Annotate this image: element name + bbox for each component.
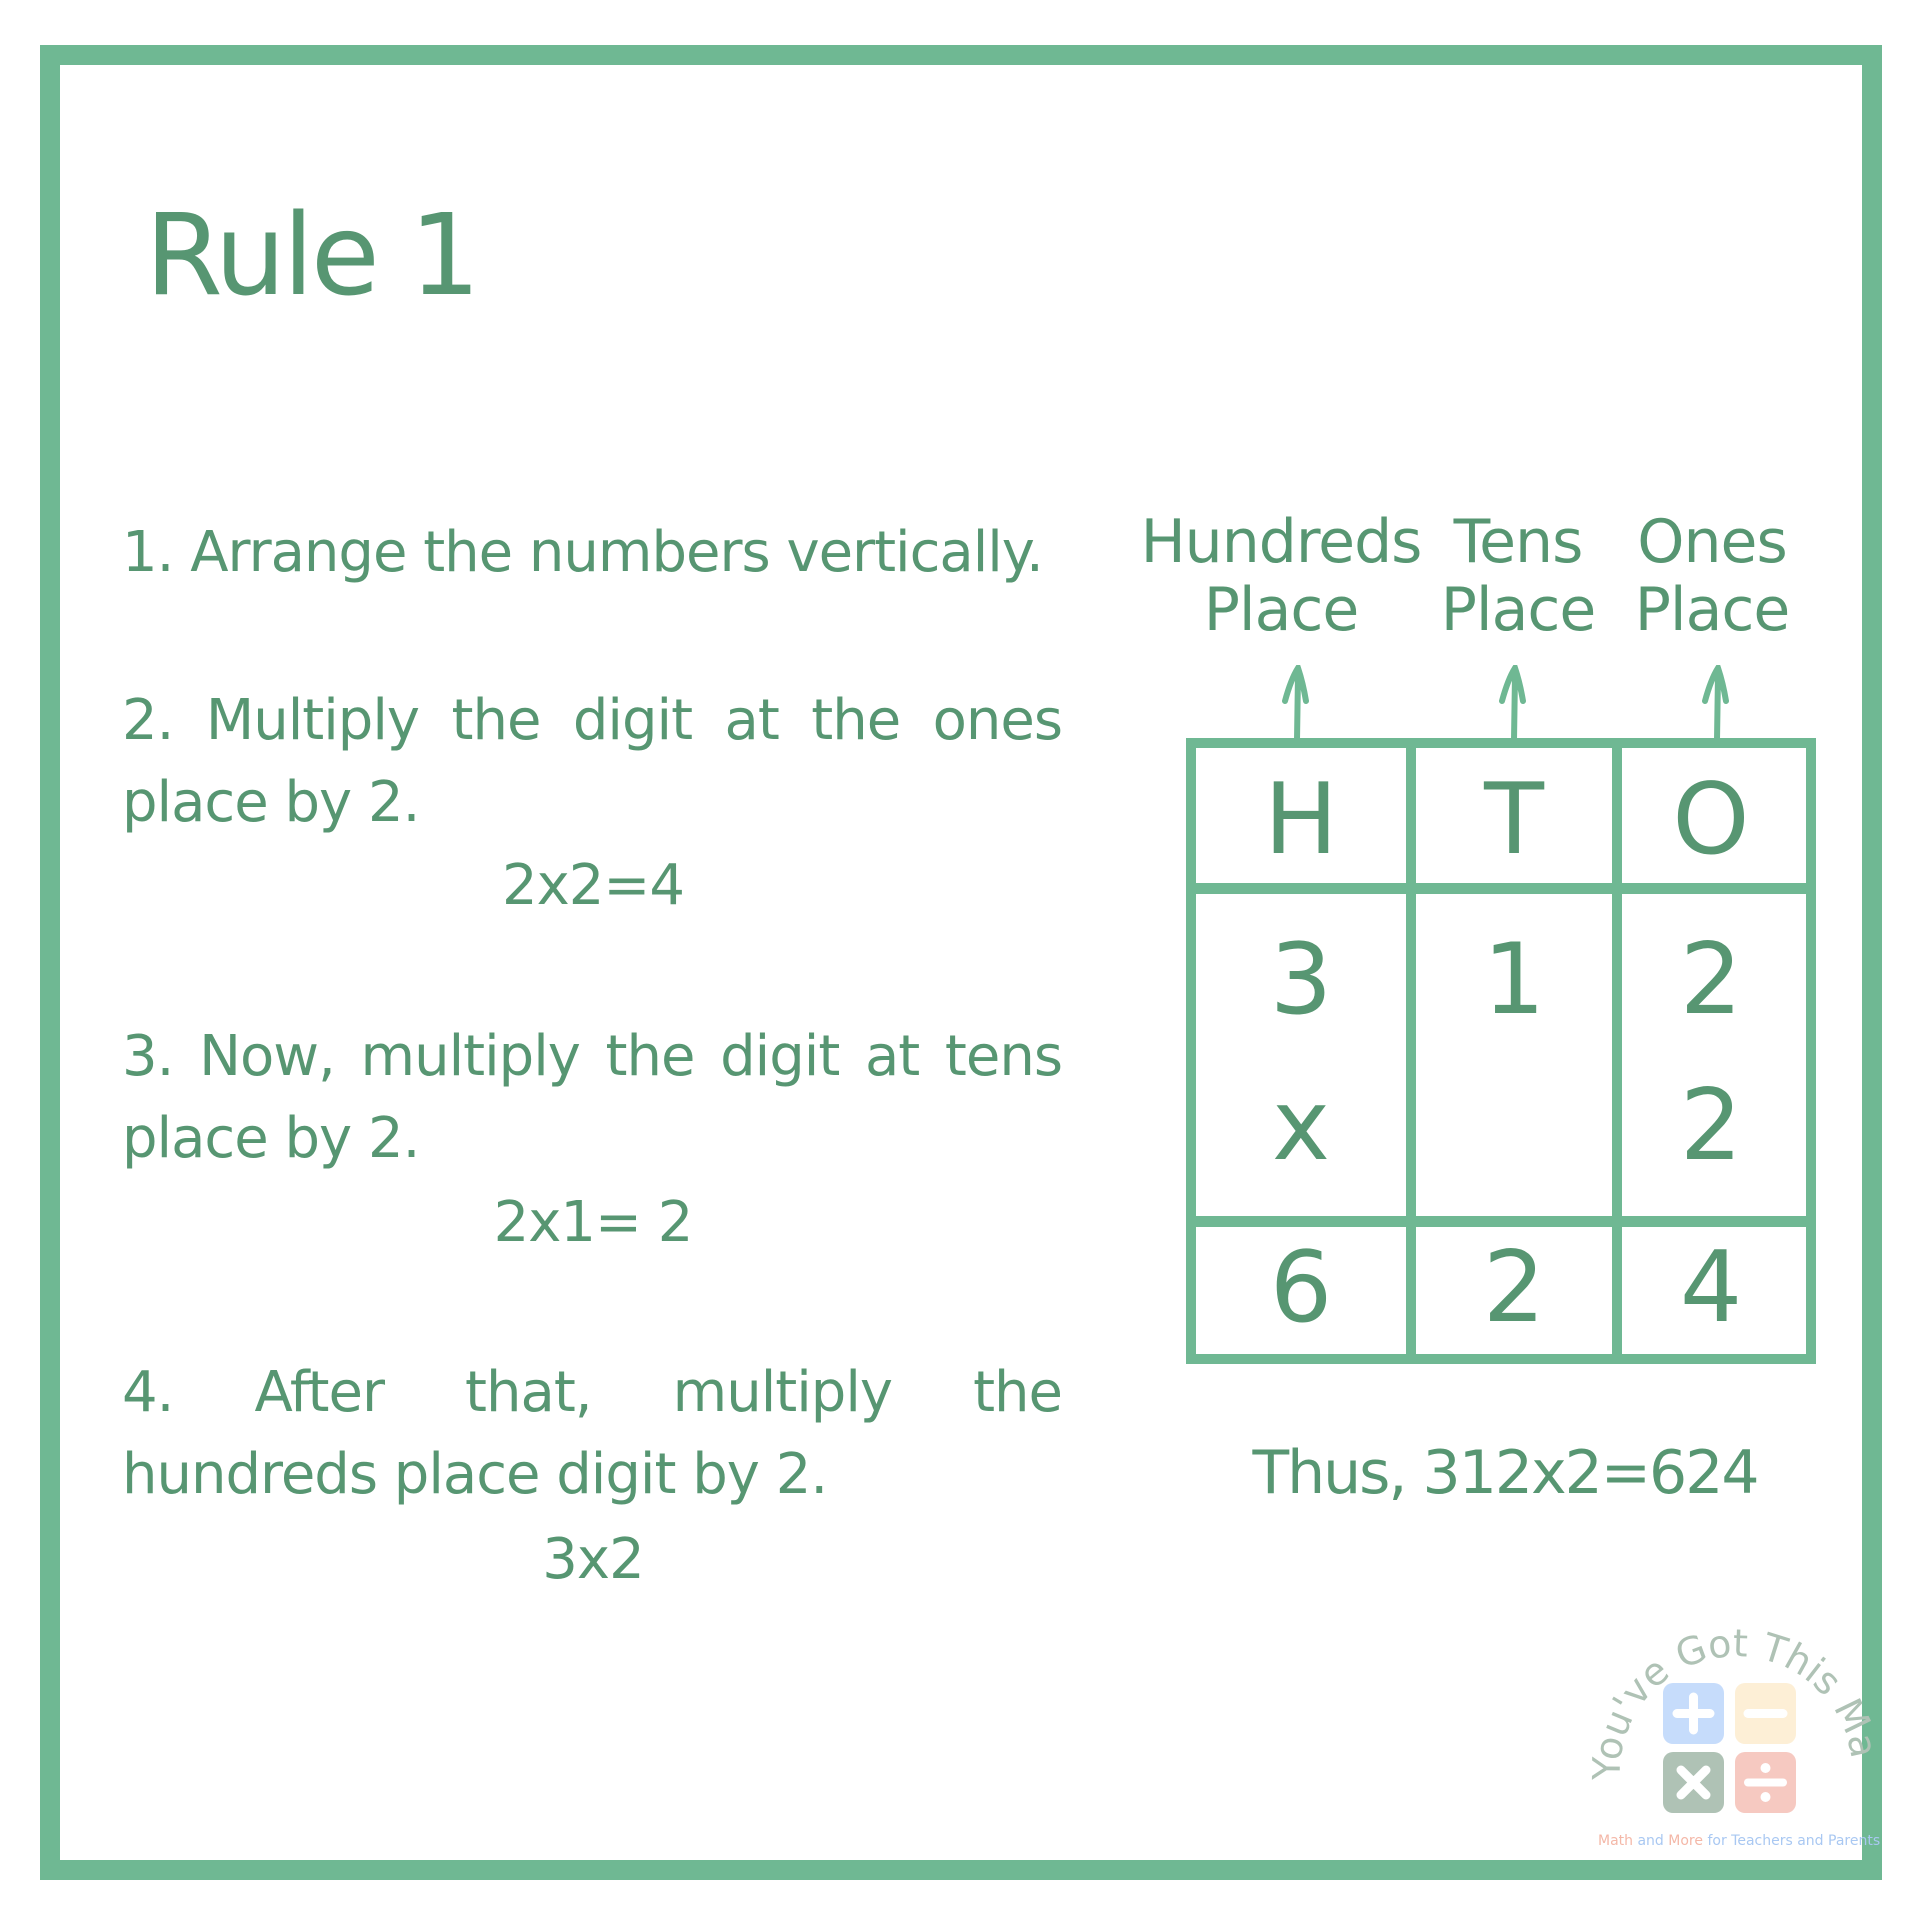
tagline-and: and [1633, 1833, 1669, 1849]
logo-tagline: Math and More for Teachers and Parents [1598, 1833, 1880, 1849]
header-ones-place: Ones Place [1634, 507, 1791, 645]
header-tens-line2: Place [1440, 575, 1597, 645]
tagline-math: Math [1598, 1833, 1634, 1849]
step-3-calc: 2x1= 2 [493, 1190, 694, 1255]
column-divider [1406, 748, 1416, 1354]
header-hundreds-line1: Hundreds [1140, 507, 1423, 577]
arrow-up-icon [1282, 665, 1309, 740]
header-tens-line1: Tens [1453, 507, 1584, 577]
step-4: 4. After that, multiply the hundreds pla… [122, 1360, 1063, 1507]
row-divider [1196, 883, 1806, 894]
divide-icon [1735, 1752, 1796, 1813]
conclusion-text: Thus, 312x2=624 [1252, 1438, 1759, 1508]
header-hundreds-place: Hundreds Place [1140, 507, 1423, 645]
tagline-and-2: and [1792, 1833, 1829, 1849]
step-2: 2. Multiply the digit at the ones place … [122, 688, 1063, 835]
cell-multiplier-o: 2 [1679, 1069, 1743, 1183]
plus-icon [1663, 1683, 1724, 1744]
step-2-calc: 2x2=4 [502, 853, 685, 918]
step-4-calc: 3x2 [542, 1527, 644, 1592]
cell-product-t: 2 [1482, 1231, 1546, 1345]
cell-multiplicand-h: 3 [1269, 923, 1333, 1037]
cell-multiplicand-t: 1 [1482, 923, 1546, 1037]
cell-header-o: O [1672, 763, 1750, 877]
tagline-more: More [1668, 1833, 1703, 1849]
cell-product-o: 4 [1679, 1231, 1743, 1345]
times-icon [1663, 1752, 1724, 1813]
header-hundreds-line2: Place [1203, 575, 1360, 645]
tagline-for: for [1703, 1833, 1732, 1849]
tagline-teachers: Teachers [1731, 1833, 1793, 1849]
page-title: Rule 1 [145, 191, 481, 321]
tagline-parents: Parents [1828, 1833, 1881, 1849]
arrow-up-icon [1702, 665, 1729, 740]
cell-product-h: 6 [1269, 1231, 1333, 1345]
header-tens-place: Tens Place [1440, 507, 1597, 645]
place-value-table: H T O 3 1 2 x 2 6 2 4 [1186, 738, 1816, 1364]
header-ones-line1: Ones [1637, 507, 1787, 577]
step-3: 3. Now, multiply the digit at tens place… [122, 1024, 1063, 1171]
cell-multiplier-h: x [1272, 1069, 1330, 1183]
column-divider [1612, 748, 1622, 1354]
arrow-up-icon [1499, 665, 1526, 740]
cell-header-t: T [1484, 763, 1544, 877]
step-1: 1. Arrange the numbers vertically. [122, 520, 1044, 585]
minus-icon [1735, 1683, 1796, 1744]
cell-header-h: H [1264, 763, 1338, 877]
cell-multiplicand-o: 2 [1679, 923, 1743, 1037]
row-divider [1196, 1216, 1806, 1227]
header-ones-line2: Place [1634, 575, 1791, 645]
